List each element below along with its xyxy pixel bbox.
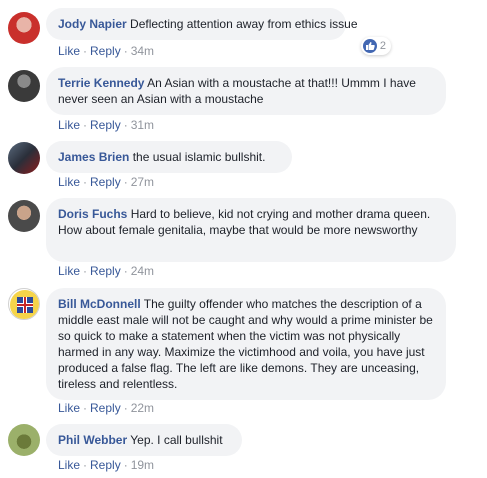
like-link[interactable]: Like [58,264,80,278]
comment-actions: Like · Reply · 24m [58,264,154,278]
like-link[interactable]: Like [58,44,80,58]
separator: · [83,175,88,189]
reply-link[interactable]: Reply [90,264,121,278]
comment-actions: Like · Reply · 31m [58,118,154,132]
comment-text: Yep. I call bullshit [130,433,223,447]
separator: · [83,44,88,58]
comment-timestamp[interactable]: 19m [131,458,154,472]
separator: · [83,458,88,472]
avatar[interactable] [8,424,40,456]
flag-emblem-icon [10,290,39,319]
comment-author[interactable]: Phil Webber [58,433,127,447]
comment-timestamp[interactable]: 34m [131,44,154,58]
avatar[interactable] [8,70,40,102]
comment-bubble: Jody Napier Deflecting attention away fr… [46,8,358,40]
comment-bubble: Bill McDonnell The guilty offender who m… [46,288,446,400]
avatar[interactable] [8,142,40,174]
comment-actions: Like · Reply · 34m [58,44,154,58]
comment-timestamp[interactable]: 24m [131,264,154,278]
comment-actions: Like · Reply · 22m [58,401,154,415]
comment-author[interactable]: Bill McDonnell [58,297,141,311]
separator: · [123,401,128,415]
reaction-count-badge[interactable]: 2 [360,37,391,55]
separator: · [123,458,128,472]
separator: · [83,401,88,415]
comment-bubble: Phil Webber Yep. I call bullshit [46,424,242,456]
avatar[interactable] [8,12,40,44]
comment-actions: Like · Reply · 19m [58,458,154,472]
separator: · [83,118,88,132]
separator: · [123,118,128,132]
comment-bubble: Terrie Kennedy An Asian with a moustache… [46,67,446,115]
reply-link[interactable]: Reply [90,401,121,415]
separator: · [123,44,128,58]
avatar[interactable] [8,288,40,320]
like-link[interactable]: Like [58,175,80,189]
reply-link[interactable]: Reply [90,458,121,472]
comment-bubble: Doris Fuchs Hard to believe, kid not cry… [46,198,456,262]
comment-author[interactable]: James Brien [58,150,129,164]
reply-link[interactable]: Reply [90,175,121,189]
comment-author[interactable]: Jody Napier [58,17,127,31]
comment-timestamp[interactable]: 22m [131,401,154,415]
comment-author[interactable]: Doris Fuchs [58,207,127,221]
comment-text: The guilty offender who matches the desc… [58,297,433,391]
comment-text: the usual islamic bullshit. [132,150,266,164]
avatar[interactable] [8,200,40,232]
separator: · [123,264,128,278]
separator: · [83,264,88,278]
comment-actions: Like · Reply · 27m [58,175,154,189]
like-link[interactable]: Like [58,118,80,132]
like-link[interactable]: Like [58,458,80,472]
thumbs-up-icon [362,39,377,53]
comment-timestamp[interactable]: 27m [131,175,154,189]
reaction-count: 2 [379,40,386,52]
reply-link[interactable]: Reply [90,44,121,58]
comment-timestamp[interactable]: 31m [131,118,154,132]
comment-author[interactable]: Terrie Kennedy [58,76,144,90]
comment-bubble: James Brien the usual islamic bullshit. [46,141,292,173]
comment-text: Deflecting attention away from ethics is… [130,17,358,31]
reply-link[interactable]: Reply [90,118,121,132]
like-link[interactable]: Like [58,401,80,415]
separator: · [123,175,128,189]
